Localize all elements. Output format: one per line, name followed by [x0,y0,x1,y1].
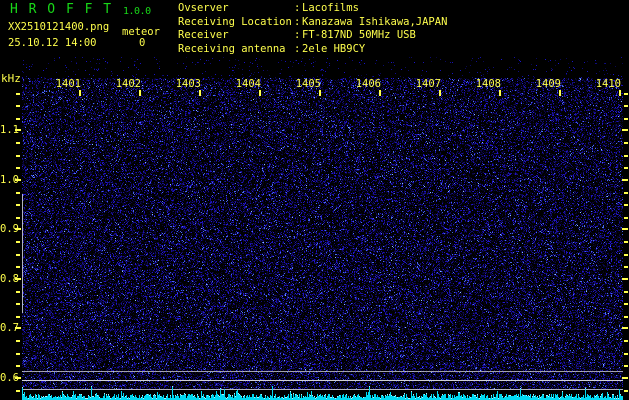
freq-minor-tick-right [624,340,628,342]
freq-major-tick-left [15,228,21,230]
freq-minor-tick-right [624,390,628,392]
freq-tick-label: 1.0 [0,174,19,186]
freq-minor-tick-right [624,105,628,107]
receiver-value: FT-817ND 50MHz USB [302,29,416,42]
freq-minor-tick-right [624,118,628,120]
freq-minor-tick-left [16,192,20,194]
freq-minor-tick-right [624,155,628,157]
freq-tick-label: 0.7 [0,322,19,334]
freq-minor-tick-left [16,93,20,95]
antenna-value: 2ele HB9CY [302,42,366,55]
freq-minor-tick-right [624,167,628,169]
freq-minor-tick-right [624,353,628,355]
freq-minor-tick-left [16,167,20,169]
station-info: Ovserver: Lacofilms Receiving Location: Ka… [178,2,447,56]
freq-tick-label: 0.8 [0,273,19,285]
freq-major-tick-left [15,129,21,131]
freq-minor-tick-right [624,241,628,243]
freq-minor-tick-left [16,142,20,144]
freq-tick-label: 0.9 [0,223,19,235]
location-value: Kanazawa Ishikawa,JAPAN [302,15,448,28]
meteor-count: 0 [139,37,146,49]
observer-row: Ovserver: Lacofilms [178,2,447,16]
colon: : [294,42,301,55]
colon: : [294,2,301,14]
antenna-label: Receiving antenna [178,42,286,55]
output-filename: XX2510121400.png [8,21,110,33]
freq-minor-tick-left [16,204,20,206]
hrofft-window: H R O F F T 1.0.0 XX2510121400.png meteo… [0,0,629,400]
freq-minor-tick-left [16,390,20,392]
freq-tick-label: 1.1 [0,124,19,136]
location-label: Receiving Location [178,15,292,28]
freq-minor-tick-left [16,303,20,305]
freq-minor-tick-right [624,217,628,219]
freq-major-tick-left [15,179,21,181]
freq-minor-tick-left [16,316,20,318]
observer-label: Ovserver [178,2,229,14]
freq-minor-tick-left [16,365,20,367]
freq-minor-tick-right [624,192,628,194]
app-title: H R O F F T [10,2,113,17]
freq-tick-label: 0.6 [0,372,19,384]
freq-minor-tick-right [624,93,628,95]
freq-minor-tick-right [624,254,628,256]
app-version: 1.0.0 [123,6,151,17]
datetime-label: 25.10.12 14:00 [8,37,97,49]
freq-minor-tick-right [624,316,628,318]
freq-minor-tick-left [16,241,20,243]
freq-minor-tick-left [16,118,20,120]
freq-minor-tick-right [624,204,628,206]
freq-minor-tick-right [624,291,628,293]
freq-minor-tick-right [624,303,628,305]
khz-unit-label: kHz [1,72,21,85]
antenna-row: Receiving antenna:2ele HB9CY [178,43,447,57]
freq-major-tick-left [15,278,21,280]
freq-minor-tick-left [16,105,20,107]
receiver-row: Receiver: FT-817ND 50MHz USB [178,29,447,43]
freq-minor-tick-left [16,155,20,157]
colon: : [294,15,301,28]
colon: : [294,29,301,42]
freq-minor-tick-left [16,291,20,293]
freq-minor-tick-left [16,266,20,268]
freq-minor-tick-right [624,266,628,268]
freq-major-tick-left [15,377,21,379]
freq-minor-tick-right [624,365,628,367]
observer-value: Lacofilms [302,2,359,14]
freq-major-tick-left [15,327,21,329]
spectrogram-canvas [22,57,623,400]
freq-minor-tick-right [624,142,628,144]
freq-minor-tick-left [16,340,20,342]
receiver-label: Receiver [178,29,229,42]
location-row: Receiving Location: Kanazawa Ishikawa,JAP… [178,16,447,30]
freq-minor-tick-left [16,217,20,219]
freq-minor-tick-left [16,353,20,355]
freq-minor-tick-left [16,254,20,256]
